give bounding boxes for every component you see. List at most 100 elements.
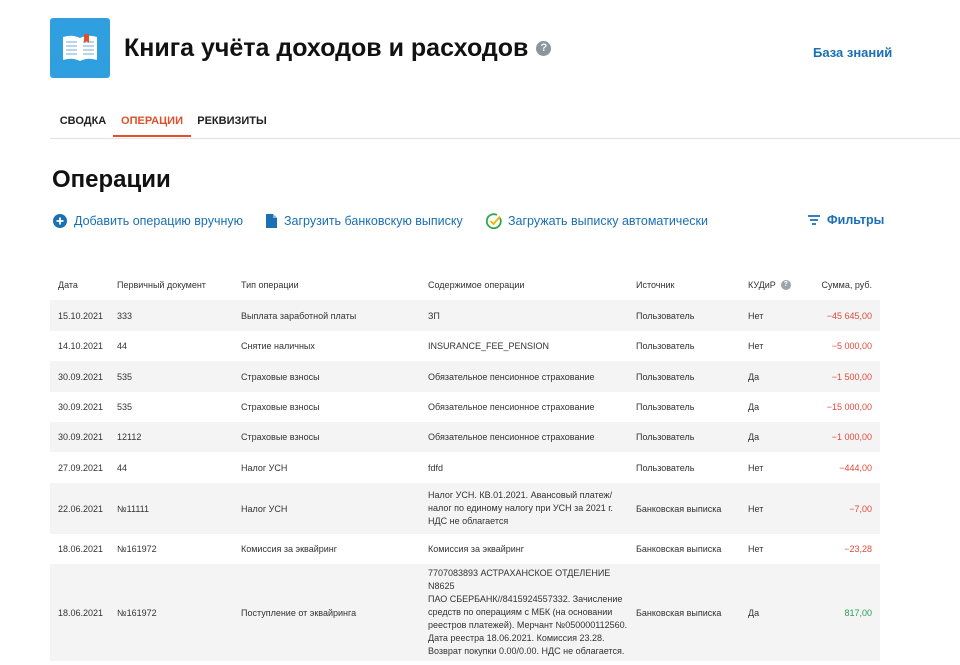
auto-upload-button[interactable]: Загружать выписку автоматически bbox=[486, 213, 708, 229]
cell-document: 44 bbox=[117, 341, 128, 351]
cell-operation-type: Страховые взносы bbox=[241, 402, 320, 412]
table-row[interactable]: 15.10.2021 333 Выплата заработной платы ЗП П… bbox=[50, 300, 880, 331]
page-header-title: Книга учёта доходов и расходов ? bbox=[124, 34, 552, 63]
cell-document: 44 bbox=[117, 462, 128, 473]
filters-label: Фильтры bbox=[827, 213, 885, 227]
col-source[interactable]: Источник bbox=[628, 270, 740, 300]
cell-document: №11111 bbox=[117, 503, 150, 514]
tab-bar: СВОДКА ОПЕРАЦИИ РЕКВИЗИТЫ bbox=[50, 108, 960, 139]
upload-statement-button[interactable]: Загрузить банковскую выписку bbox=[265, 213, 463, 229]
cell-content: ЗП bbox=[428, 310, 440, 321]
cell-amount: −5 000,00 bbox=[831, 341, 872, 351]
cell-source: Пользователь bbox=[636, 371, 695, 382]
cell-amount: −15 000,00 bbox=[826, 402, 872, 412]
cell-date: 30.09.2021 bbox=[58, 371, 104, 382]
cell-kudir: Нет bbox=[748, 503, 764, 514]
cell-kudir: Да bbox=[748, 432, 760, 442]
cell-document: 535 bbox=[117, 371, 133, 382]
kudir-label: КУДиР bbox=[748, 279, 776, 290]
cell-content: INSURANCE_FEE_PENSION bbox=[428, 341, 550, 351]
table-row[interactable]: 22.06.2021 №11111 Налог УСН Налог УСН. КВ.0… bbox=[50, 483, 880, 534]
auto-upload-label: Загружать выписку автоматически bbox=[508, 214, 708, 228]
cell-source: Банковская выписка bbox=[636, 544, 722, 554]
cell-date: 15.10.2021 bbox=[58, 310, 104, 321]
cell-operation-type: Налог УСН bbox=[241, 503, 288, 514]
col-date[interactable]: Дата bbox=[50, 270, 109, 300]
help-icon[interactable]: ? bbox=[536, 41, 552, 56]
cell-amount: −1 000,00 bbox=[831, 432, 872, 442]
kudir-help-icon[interactable]: ? bbox=[780, 280, 791, 291]
cell-amount: −1 500,00 bbox=[831, 371, 872, 382]
cell-kudir: Нет bbox=[748, 310, 764, 321]
cell-amount: −444,00 bbox=[839, 462, 872, 473]
cell-content: Обязательное пенсионное страхование bbox=[428, 402, 595, 412]
operations-table: Дата Первичный документ Тип операции Сод… bbox=[50, 270, 880, 661]
cell-kudir: Да bbox=[748, 371, 760, 382]
add-operation-label: Добавить операцию вручную bbox=[74, 214, 244, 228]
col-kudir[interactable]: КУДиР? bbox=[740, 270, 806, 300]
tab-requisites[interactable]: РЕКВИЗИТЫ bbox=[194, 108, 270, 137]
cell-source: Пользователь bbox=[636, 462, 695, 473]
cell-kudir: Нет bbox=[748, 544, 764, 554]
table-row[interactable]: 14.10.2021 44 Снятие наличных INSURANCE_FEE… bbox=[50, 331, 880, 361]
cell-operation-type: Выплата заработной платы bbox=[241, 310, 357, 321]
check-circle-icon bbox=[486, 213, 502, 229]
cell-kudir: Нет bbox=[748, 341, 764, 351]
cell-operation-type: Поступление от эквайринга bbox=[241, 607, 357, 618]
filters-button[interactable]: Фильтры bbox=[807, 213, 884, 227]
table-row[interactable]: 30.09.2021 535 Страховые взносы Обязательно… bbox=[50, 392, 880, 422]
document-icon bbox=[266, 214, 277, 228]
cell-document: №161972 bbox=[117, 607, 157, 618]
cell-source: Пользователь bbox=[636, 402, 695, 412]
table-row[interactable]: 27.09.2021 44 Налог УСН fdfd Пользователь Нет… bbox=[50, 452, 880, 483]
cell-document: 12112 bbox=[117, 432, 142, 442]
cell-source: Банковская выписка bbox=[636, 503, 722, 514]
col-content[interactable]: Содержимое операции bbox=[420, 270, 628, 300]
col-document[interactable]: Первичный документ bbox=[109, 270, 233, 300]
add-operation-button[interactable]: Добавить операцию вручную bbox=[52, 213, 243, 229]
cell-document: №161972 bbox=[117, 544, 157, 554]
add-circle-icon bbox=[53, 214, 67, 228]
cell-source: Банковская выписка bbox=[636, 607, 722, 618]
cell-date: 18.06.2021 bbox=[58, 544, 104, 554]
table-row[interactable]: 18.06.2021 №161972 Поступление от эквайрин… bbox=[50, 564, 880, 661]
cell-source: Пользователь bbox=[636, 432, 695, 442]
cell-content: Обязательное пенсионное страхование bbox=[428, 432, 595, 442]
table-row[interactable]: 18.06.2021 №161972 Комиссия за эквайринг Ко… bbox=[50, 534, 880, 564]
cell-kudir: Нет bbox=[748, 462, 764, 473]
tab-summary[interactable]: СВОДКА bbox=[50, 108, 116, 137]
cell-amount: −23,28 bbox=[844, 544, 872, 554]
cell-document: 333 bbox=[117, 310, 133, 321]
cell-kudir: Да bbox=[748, 607, 760, 618]
cell-operation-type: Налог УСН bbox=[241, 462, 288, 473]
cell-document: 535 bbox=[117, 402, 133, 412]
cell-operation-type: Комиссия за эквайринг bbox=[241, 544, 338, 554]
cell-date: 18.06.2021 bbox=[58, 607, 104, 618]
cell-date: 30.09.2021 bbox=[58, 432, 104, 442]
cell-amount: −45 645,00 bbox=[826, 310, 872, 321]
table-row[interactable]: 30.09.2021 535 Страховые взносы Обязательно… bbox=[50, 361, 880, 392]
cell-date: 30.09.2021 bbox=[58, 402, 104, 412]
cell-amount: −7,00 bbox=[849, 503, 872, 514]
cell-date: 22.06.2021 bbox=[58, 503, 104, 514]
knowledge-base-link[interactable]: База знаний bbox=[813, 45, 892, 60]
app-title: Книга учёта доходов и расходов bbox=[124, 34, 529, 62]
cell-operation-type: Страховые взносы bbox=[241, 432, 320, 442]
col-operation-type[interactable]: Тип операции bbox=[233, 270, 420, 300]
upload-statement-label: Загрузить банковскую выписку bbox=[284, 214, 463, 228]
cell-operation-type: Страховые взносы bbox=[241, 371, 320, 382]
cell-content: Налог УСН. КВ.01.2021. Авансовый платеж/… bbox=[428, 490, 613, 526]
cell-content: Комиссия за эквайринг bbox=[428, 544, 525, 554]
cell-date: 27.09.2021 bbox=[58, 462, 104, 473]
cell-source: Пользователь bbox=[636, 341, 695, 351]
tab-operations[interactable]: ОПЕРАЦИИ bbox=[113, 108, 191, 137]
cell-content: Обязательное пенсионное страхование bbox=[428, 371, 595, 382]
col-amount[interactable]: Сумма, руб. bbox=[806, 270, 880, 300]
cell-operation-type: Снятие наличных bbox=[241, 341, 315, 351]
cell-content: 7707083893 АСТРАХАНСКОЕ ОТДЕЛЕНИЕ N8625 П… bbox=[428, 568, 628, 656]
cell-amount: 817,00 bbox=[844, 607, 872, 618]
table-row[interactable]: 30.09.2021 12112 Страховые взносы Обязатель… bbox=[50, 422, 880, 452]
cell-source: Пользователь bbox=[636, 310, 695, 321]
cell-content: fdfd bbox=[428, 462, 444, 473]
filter-icon bbox=[808, 215, 820, 225]
